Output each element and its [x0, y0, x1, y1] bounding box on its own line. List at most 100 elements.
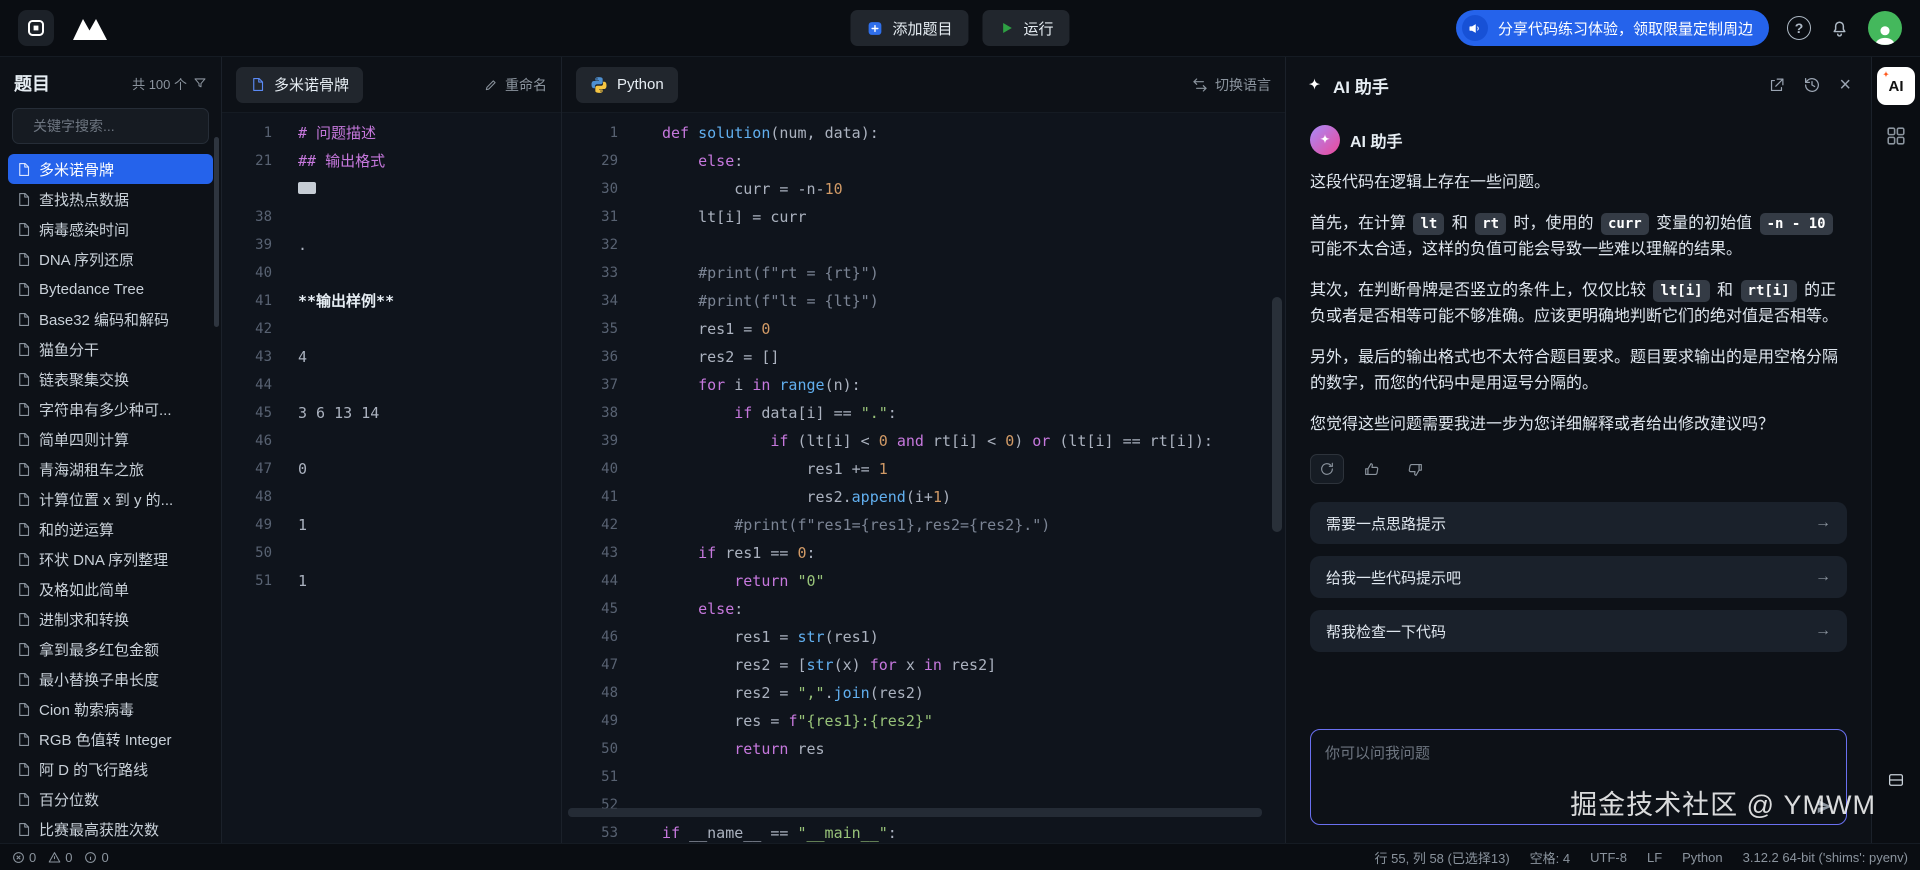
code-vertical-scrollbar[interactable]	[1272, 297, 1282, 532]
sidebar-item[interactable]: 拿到最多红包金额	[8, 634, 213, 664]
editor-line[interactable]: 434	[222, 343, 561, 371]
ai-suggestion-button[interactable]: 帮我检查一下代码→	[1310, 610, 1847, 652]
editor-line[interactable]: 29 else:	[562, 147, 1285, 175]
bell-icon[interactable]	[1829, 18, 1850, 39]
sidebar-item[interactable]: 和的逆运算	[8, 514, 213, 544]
warning-count[interactable]: 0	[48, 850, 72, 865]
editor-line[interactable]: 34 #print(f"lt = {lt}")	[562, 287, 1285, 315]
sidebar-item[interactable]: Cion 勒索病毒	[8, 694, 213, 724]
language-mode[interactable]: Python	[1682, 850, 1722, 865]
editor-line[interactable]: 46 res1 = str(res1)	[562, 623, 1285, 651]
ai-suggestion-button[interactable]: 给我一些代码提示吧→	[1310, 556, 1847, 598]
thumbs-up-button[interactable]	[1354, 454, 1388, 484]
editor-line[interactable]: 45 else:	[562, 595, 1285, 623]
switch-language-button[interactable]: 切换语言	[1192, 75, 1271, 95]
sidebar-item[interactable]: 查找热点数据	[8, 184, 213, 214]
sidebar-item[interactable]: Bytedance Tree	[8, 274, 213, 304]
indent-setting[interactable]: 空格: 4	[1530, 848, 1570, 867]
run-button[interactable]: 运行	[983, 10, 1070, 46]
editor-line[interactable]: 37 for i in range(n):	[562, 371, 1285, 399]
editor-line[interactable]: 1# 问题描述	[222, 119, 561, 147]
editor-line[interactable]: 511	[222, 567, 561, 595]
ai-input-box[interactable]	[1310, 729, 1847, 825]
sidebar-item[interactable]: 猫鱼分干	[8, 334, 213, 364]
sidebar-item[interactable]: 及格如此简单	[8, 574, 213, 604]
editor-line[interactable]: 39 if (lt[i] < 0 and rt[i] < 0) or (lt[i…	[562, 427, 1285, 455]
editor-line[interactable]: 38 if data[i] == ".":	[562, 399, 1285, 427]
export-chat-icon[interactable]	[1768, 77, 1785, 94]
ai-suggestion-button[interactable]: 需要一点思路提示→	[1310, 502, 1847, 544]
sidebar-item[interactable]: 病毒感染时间	[8, 214, 213, 244]
editor-line[interactable]: 42	[222, 315, 561, 343]
cursor-position[interactable]: 行 55, 列 58 (已选择13)	[1375, 848, 1510, 867]
editor-line[interactable]: 50 return res	[562, 735, 1285, 763]
editor-line[interactable]: 49 res = f"{res1}:{res2}"	[562, 707, 1285, 735]
language-tab[interactable]: Python	[576, 67, 678, 103]
editor-line[interactable]: 30 curr = -n-10	[562, 175, 1285, 203]
sidebar-item[interactable]: Base32 编码和解码	[8, 304, 213, 334]
editor-line[interactable]: 44 return "0"	[562, 567, 1285, 595]
close-icon[interactable]: ×	[1839, 75, 1851, 95]
sidebar-item[interactable]: 计算位置 x 到 y 的...	[8, 484, 213, 514]
editor-line[interactable]: 43 if res1 == 0:	[562, 539, 1285, 567]
interpreter[interactable]: 3.12.2 64-bit ('shims': pyenv)	[1743, 850, 1908, 865]
sidebar-item[interactable]: 进制求和转换	[8, 604, 213, 634]
sidebar-item[interactable]: 最小替换子串长度	[8, 664, 213, 694]
editor-line[interactable]: 1def solution(num, data):	[562, 119, 1285, 147]
editor-line[interactable]: 50	[222, 539, 561, 567]
sidebar-item[interactable]: 青海湖租车之旅	[8, 454, 213, 484]
sidebar-item[interactable]: 链表聚集交换	[8, 364, 213, 394]
editor-line[interactable]	[222, 175, 561, 203]
editor-line[interactable]: 40 res1 += 1	[562, 455, 1285, 483]
filter-icon[interactable]	[193, 76, 207, 90]
app-logo[interactable]	[18, 10, 54, 46]
sidebar-scrollbar[interactable]	[214, 137, 219, 327]
problem-editor[interactable]: 1# 问题描述21## 输出格式3839.4041**输出样例**4243444…	[222, 113, 561, 843]
promo-banner[interactable]: 分享代码练习体验，领取限量定制周边	[1456, 10, 1769, 46]
editor-line[interactable]: 470	[222, 455, 561, 483]
editor-line[interactable]: 47 res2 = [str(x) for x in res2]	[562, 651, 1285, 679]
editor-line[interactable]: 21## 输出格式	[222, 147, 561, 175]
panel-toggle-icon[interactable]	[1887, 771, 1905, 789]
editor-line[interactable]: 33 #print(f"rt = {rt}")	[562, 259, 1285, 287]
info-count[interactable]: 0	[84, 850, 108, 865]
search-input[interactable]	[31, 117, 216, 135]
add-problem-button[interactable]: 添加题目	[850, 10, 968, 46]
editor-line[interactable]: 48	[222, 483, 561, 511]
regenerate-button[interactable]	[1310, 454, 1344, 484]
encoding[interactable]: UTF-8	[1590, 850, 1627, 865]
thumbs-down-button[interactable]	[1398, 454, 1432, 484]
sidebar-item[interactable]: 简单四则计算	[8, 424, 213, 454]
rename-button[interactable]: 重命名	[484, 75, 547, 95]
editor-line[interactable]: 44	[222, 371, 561, 399]
sidebar-item[interactable]: DNA 序列还原	[8, 244, 213, 274]
search-box[interactable]	[12, 108, 209, 144]
ai-tool-button[interactable]: AI	[1877, 67, 1915, 105]
ai-input[interactable]	[1311, 730, 1846, 824]
editor-line[interactable]: 48 res2 = ",".join(res2)	[562, 679, 1285, 707]
editor-line[interactable]: 38	[222, 203, 561, 231]
editor-line[interactable]: 40	[222, 259, 561, 287]
editor-line[interactable]: 41**输出样例**	[222, 287, 561, 315]
editor-line[interactable]: 53if __name__ == "__main__":	[562, 819, 1285, 843]
history-icon[interactable]	[1803, 76, 1821, 94]
sidebar-item[interactable]: 阿 D 的飞行路线	[8, 754, 213, 784]
sidebar-item[interactable]: 多米诺骨牌	[8, 154, 213, 184]
editor-line[interactable]: 51	[562, 763, 1285, 791]
code-horizontal-scrollbar[interactable]	[568, 808, 1262, 817]
eol-setting[interactable]: LF	[1647, 850, 1662, 865]
problem-tab[interactable]: 多米诺骨牌	[236, 67, 363, 103]
editor-line[interactable]: 41 res2.append(i+1)	[562, 483, 1285, 511]
sidebar-item[interactable]: 百分位数	[8, 784, 213, 814]
editor-line[interactable]: 42 #print(f"res1={res1},res2={res2}.")	[562, 511, 1285, 539]
sidebar-item[interactable]: RGB 色值转 Integer	[8, 724, 213, 754]
editor-line[interactable]: 31 lt[i] = curr	[562, 203, 1285, 231]
sidebar-item[interactable]: 环状 DNA 序列整理	[8, 544, 213, 574]
help-icon[interactable]: ?	[1787, 16, 1811, 40]
mountain-logo-icon[interactable]	[70, 14, 110, 42]
sidebar-item[interactable]: 字符串有多少种可...	[8, 394, 213, 424]
apps-grid-icon[interactable]	[1885, 125, 1907, 147]
editor-line[interactable]: 32	[562, 231, 1285, 259]
sidebar-item[interactable]: 比赛最高获胜次数	[8, 814, 213, 843]
avatar[interactable]	[1868, 11, 1902, 45]
